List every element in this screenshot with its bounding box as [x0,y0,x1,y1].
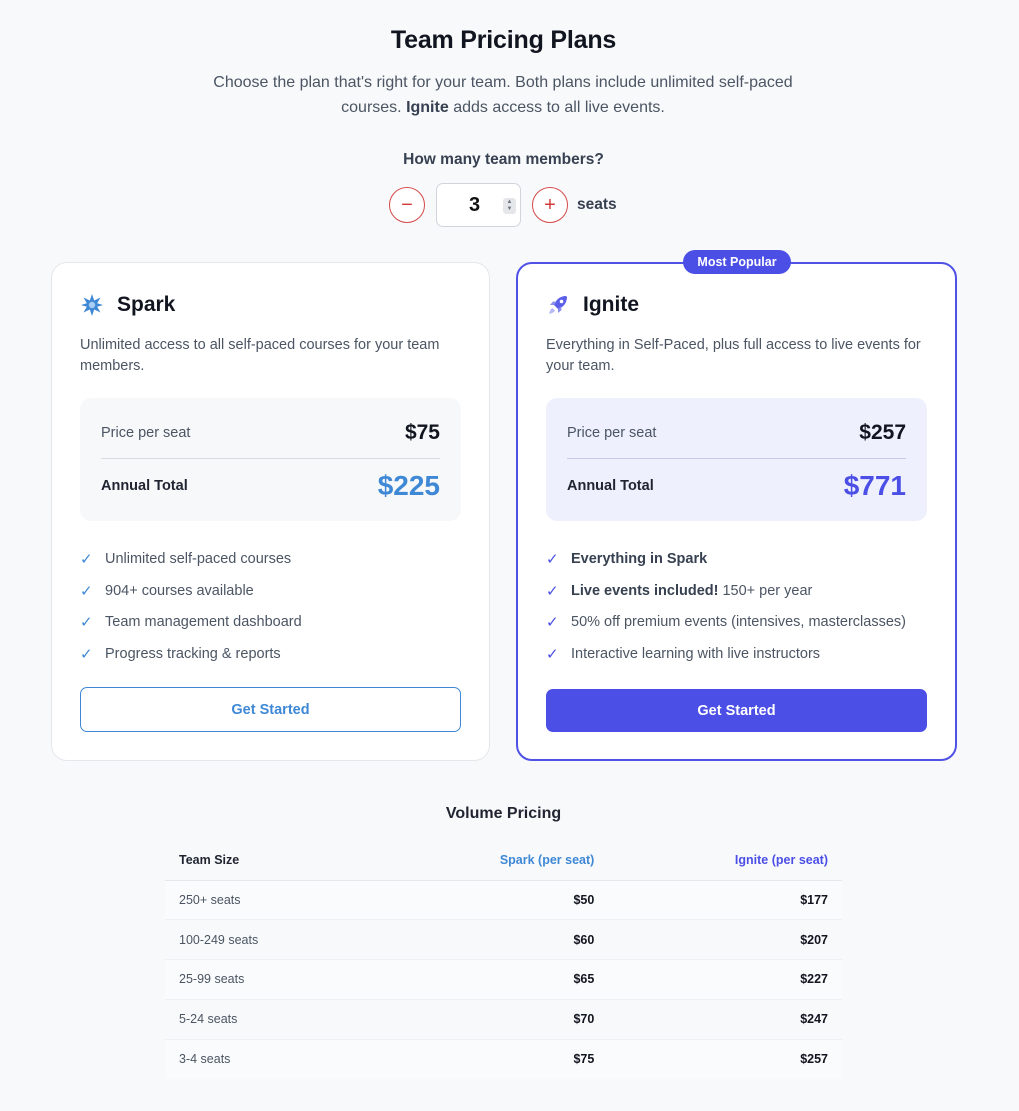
feature-list: ✓ Everything in Spark ✓ Live events includ… [546,543,906,670]
feature-item: ✓ Progress tracking & reports [80,638,302,670]
table-cell: 3-4 seats [165,1039,372,1079]
table-cell: 250+ seats [165,880,372,921]
table-cell: $247 [608,999,842,1040]
check-icon: ✓ [80,550,93,568]
column-header-ignite: Ignite (per seat) [608,841,842,881]
plan-description: Unlimited access to all self-paced cours… [80,337,440,374]
annual-total-value: $225 [377,470,440,501]
table-header-row: Team Size Spark (per seat) Ignite (per s… [165,841,842,881]
seat-count-value: 3 [468,193,481,216]
feature-item: ✓ Unlimited self-paced courses [80,543,302,575]
table-cell: 25-99 seats [165,959,372,1000]
plan-header: Spark [80,293,175,317]
check-icon: ✓ [80,582,93,600]
page-title: Team Pricing Plans [390,26,617,54]
annual-total-label: Annual Total [567,478,654,494]
feature-item: ✓ Everything in Spark [546,543,906,575]
table-cell: $227 [608,959,842,1000]
table-cell: 5-24 seats [165,999,372,1040]
check-icon: ✓ [80,614,93,632]
seat-selector: − 3 ▲ ▼ + seats [389,183,617,227]
decrement-seats-button[interactable]: − [389,187,425,223]
divider [567,458,906,459]
table-cell: $50 [371,880,609,921]
plan-header: Ignite [546,293,639,317]
price-per-seat-value: $75 [404,421,440,444]
feature-text: 150+ per year [722,582,813,599]
table-cell: $207 [608,919,842,961]
subtitle-plan-name: Ignite [406,99,449,116]
table-cell: $75 [371,1039,609,1079]
feature-item: ✓ Team management dashboard [80,606,302,638]
feature-text: Progress tracking & reports [105,645,281,662]
feature-text: 904+ courses available [105,582,254,599]
table-cell: $177 [608,880,842,921]
page-subtitle: Choose the plan that's right for your te… [203,70,803,120]
seat-count-input[interactable]: 3 ▲ ▼ [436,183,521,227]
check-icon: ✓ [546,582,559,600]
volume-pricing-table: Team Size Spark (per seat) Ignite (per s… [165,841,842,1079]
table-cell: $65 [371,959,609,1000]
table-cell: $60 [371,919,609,961]
increment-seats-button[interactable]: + [532,187,568,223]
volume-pricing-title: Volume Pricing [445,805,562,822]
check-icon: ✓ [546,645,559,663]
feature-text: Team management dashboard [105,614,302,631]
rocket-icon [549,296,567,314]
check-icon: ✓ [546,614,559,632]
table-row: 100-249 seats $60 $207 [165,919,842,961]
feature-highlight: Live events included! [571,582,719,599]
feature-list: ✓ Unlimited self-paced courses ✓ 904+ cour… [80,543,302,670]
annual-total-label: Annual Total [101,478,188,494]
plan-card-ignite: Most Popular Ignite Everything in Self-P… [516,250,957,761]
column-header-spark: Spark (per seat) [371,841,609,881]
spark-icon [81,294,103,316]
column-header-team-size: Team Size [165,841,372,881]
price-per-seat-label: Price per seat [567,425,657,441]
price-summary: Price per seat $75 Annual Total $225 [80,398,461,521]
plan-description: Everything in Self-Paced, plus full acce… [546,337,921,374]
divider [101,458,440,459]
check-icon: ✓ [80,645,93,663]
table-row: 3-4 seats $75 $257 [165,1039,842,1079]
plan-card-spark: Spark Unlimited access to all self-paced… [51,262,490,761]
plan-name: Spark [117,293,176,316]
subtitle-text-end: adds access to all live events. [453,99,665,116]
seats-unit-label: seats [577,196,617,213]
feature-item: ✓ 50% off premium events (intensives, mas… [546,606,906,638]
feature-text: Interactive learning with live instructo… [571,645,821,662]
table-cell: $257 [608,1039,842,1079]
price-per-seat-value: $257 [859,421,906,444]
feature-text: Unlimited self-paced courses [105,550,292,567]
feature-item: ✓ 904+ courses available [80,575,302,607]
most-popular-badge: Most Popular [683,250,791,274]
team-members-question: How many team members? [403,151,604,168]
ignite-get-started-button[interactable]: Get Started [546,689,927,732]
feature-item: ✓ Interactive learning with live instruct… [546,638,906,670]
price-per-seat-label: Price per seat [101,425,191,441]
annual-total-value: $771 [843,470,906,501]
spark-get-started-button[interactable]: Get Started [80,687,461,732]
plan-name: Ignite [583,293,639,316]
feature-item: ✓ Live events included! 150+ per year [546,575,906,607]
table-cell: $70 [371,999,609,1040]
table-row: 5-24 seats $70 $247 [165,999,842,1040]
table-cell: 100-249 seats [165,919,372,961]
price-summary: Price per seat $257 Annual Total $771 [546,398,927,521]
feature-text: 50% off premium events (intensives, mast… [571,614,906,631]
feature-highlight: Everything in Spark [571,550,708,567]
table-row: 250+ seats $50 $177 [165,880,842,921]
check-icon: ✓ [546,550,559,568]
number-spinner-icon[interactable]: ▲ ▼ [503,198,516,214]
table-row: 25-99 seats $65 $227 [165,959,842,1000]
